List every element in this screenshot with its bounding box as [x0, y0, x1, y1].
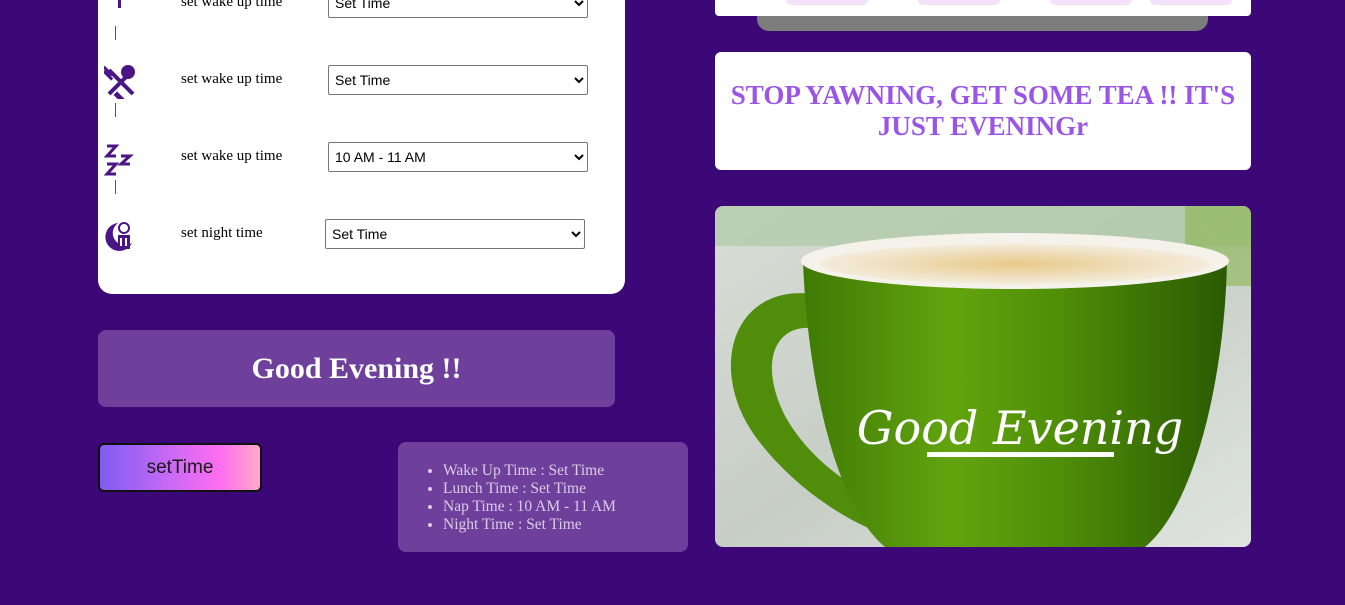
night-time-select[interactable]: Set Time	[325, 219, 585, 249]
schedule-row-lunch: set wake up time Set Time	[98, 61, 625, 107]
summary-item-nap: Nap Time : 10 AM - 11 AM	[443, 498, 688, 516]
summary-item-night: Night Time : Set Time	[443, 516, 688, 534]
summary-item-lunch: Lunch Time : Set Time	[443, 480, 688, 498]
fork-spoon-icon	[102, 65, 138, 107]
message-text: STOP YAWNING, GET SOME TEA !! IT'S JUST …	[730, 80, 1236, 141]
schedule-row-label: set wake up time	[181, 148, 283, 164]
sun-icon	[104, 0, 138, 22]
good-evening-image: Good Evening	[715, 206, 1251, 547]
timeline-divider	[115, 26, 116, 40]
summary-item-wakeup: Wake Up Time : Set Time	[443, 462, 688, 480]
summary-list: Wake Up Time : Set Time Lunch Time : Set…	[398, 442, 688, 534]
top-card	[715, 0, 1251, 16]
tab-pill[interactable]	[1050, 0, 1132, 5]
schedule-summary: Wake Up Time : Set Time Lunch Time : Set…	[398, 442, 688, 552]
nap-time-select[interactable]: 10 AM - 11 AM	[328, 142, 588, 172]
schedule-row-label: set night time	[181, 225, 263, 241]
card-shadow-bar	[757, 16, 1208, 31]
schedule-card: set wake up time Set Time set wake up ti…	[98, 0, 625, 294]
schedule-row-wakeup: set wake up time Set Time	[98, 0, 625, 24]
tab-pill[interactable]	[1150, 0, 1232, 5]
message-card: STOP YAWNING, GET SOME TEA !! IT'S JUST …	[715, 52, 1251, 170]
schedule-row-nap: set wake up time 10 AM - 11 AM	[98, 138, 625, 178]
moon-night-icon	[104, 219, 138, 253]
timeline-divider	[115, 103, 116, 117]
tab-pill[interactable]	[786, 0, 868, 5]
greeting-panel: Good Evening !!	[98, 330, 615, 407]
tab-pill[interactable]	[918, 0, 1000, 5]
image-caption: Good Evening	[857, 401, 1183, 455]
sleep-zzz-icon	[103, 142, 138, 176]
wakeup-time-select[interactable]: Set Time	[328, 0, 588, 18]
schedule-row-label: set wake up time	[181, 71, 283, 87]
lunch-time-select[interactable]: Set Time	[328, 65, 588, 95]
schedule-row-night: set night time Set Time	[98, 215, 625, 255]
set-time-button[interactable]: setTime	[98, 443, 262, 492]
timeline-divider	[115, 180, 116, 194]
schedule-row-label: set wake up time	[181, 0, 283, 10]
greeting-heading: Good Evening !!	[251, 351, 462, 385]
